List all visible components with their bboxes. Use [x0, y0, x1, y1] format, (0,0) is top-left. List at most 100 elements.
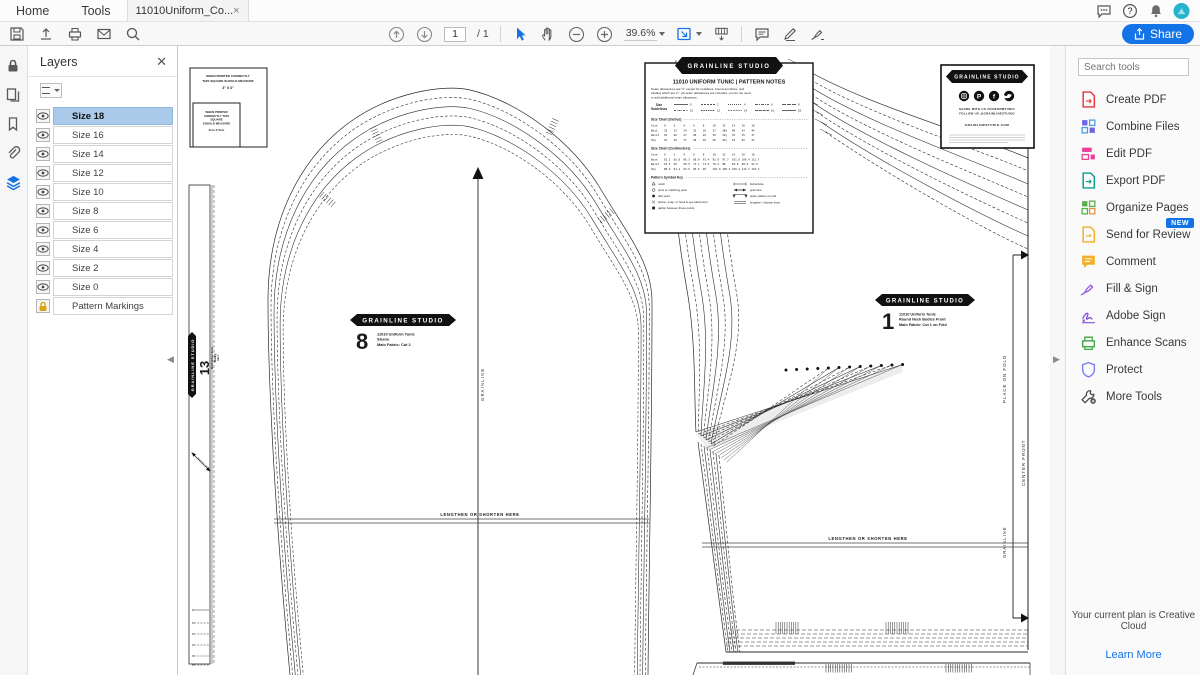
- email-icon[interactable]: [95, 26, 112, 43]
- avatar[interactable]: [1173, 2, 1190, 19]
- pages-icon[interactable]: [5, 87, 22, 104]
- pattern-drawing: GRAINLINE LENGTHEN OR SHORTEN HERE GRAIN…: [178, 46, 1050, 675]
- tab-home[interactable]: Home: [0, 0, 65, 21]
- bodice-label: GRAINLINE STUDIO 1 11010 Uniform Tunic R…: [875, 294, 975, 334]
- page-number-input[interactable]: [444, 27, 466, 42]
- tool-create-pdf[interactable]: Create PDF: [1066, 86, 1200, 113]
- size-chart-row: Waist 63.5 66 68.5 71.1 73.6 76.2 80 83.…: [651, 162, 758, 166]
- eye-icon[interactable]: [36, 242, 50, 256]
- guide-size: 12: [717, 109, 721, 113]
- layer-row-size-0[interactable]: Size 0: [36, 277, 173, 297]
- close-panel-icon[interactable]: ✕: [156, 54, 167, 70]
- close-tab-icon[interactable]: ×: [233, 5, 239, 17]
- search-tools-input[interactable]: [1078, 58, 1189, 76]
- learn-more-link[interactable]: Learn More: [1066, 649, 1200, 661]
- eye-icon[interactable]: [36, 147, 50, 161]
- info-url: GRAINLINESTUDIO.COM: [965, 123, 1009, 127]
- tool-combine-files[interactable]: Combine Files: [1066, 113, 1200, 140]
- layer-row-size-4[interactable]: Size 4: [36, 239, 173, 259]
- tool-more-tools[interactable]: More Tools: [1066, 383, 1200, 410]
- layer-row-size-10[interactable]: Size 10: [36, 182, 173, 202]
- eye-icon[interactable]: [36, 109, 50, 123]
- tab-document[interactable]: 11010Uniform_Co... ×: [127, 0, 249, 21]
- pdf-canvas[interactable]: GRAINLINE LENGTHEN OR SHORTEN HERE GRAIN…: [178, 46, 1050, 675]
- organize-pages-icon: [1080, 199, 1097, 216]
- next-page-icon[interactable]: [416, 26, 433, 43]
- layer-row-size-6[interactable]: Size 6: [36, 220, 173, 240]
- caret-down-icon: [696, 32, 702, 36]
- layer-row-size-8[interactable]: Size 8: [36, 201, 173, 221]
- tool-edit-pdf[interactable]: Edit PDF: [1066, 140, 1200, 167]
- zoom-level: 39.6%: [624, 27, 658, 41]
- hand-tool-icon[interactable]: [540, 26, 557, 43]
- fit-width-dropdown[interactable]: [676, 26, 702, 42]
- tool-organize-pages[interactable]: Organize Pages: [1066, 194, 1200, 221]
- tab-home-label: Home: [16, 4, 49, 18]
- bottom-piece: [693, 662, 1030, 676]
- layer-row-size-14[interactable]: Size 14: [36, 144, 173, 164]
- eye-icon[interactable]: [36, 185, 50, 199]
- section-heading: Pattern Symbol Key: [651, 176, 683, 180]
- zoom-level-dropdown[interactable]: 39.6%: [624, 27, 666, 41]
- upload-icon[interactable]: [37, 26, 54, 43]
- eye-icon[interactable]: [36, 223, 50, 237]
- adobe-sign-icon: [1080, 307, 1097, 324]
- tool-protect[interactable]: Protect: [1066, 356, 1200, 383]
- eye-icon[interactable]: [36, 261, 50, 275]
- sign-pen-icon[interactable]: [809, 26, 826, 43]
- layer-row-size-18[interactable]: Size 18: [36, 106, 173, 126]
- save-icon[interactable]: [8, 26, 25, 43]
- tool-send-for-review[interactable]: NEW Send for Review: [1066, 221, 1200, 248]
- guide-size: 14: [744, 109, 748, 113]
- paperclip-icon[interactable]: [5, 145, 22, 162]
- layer-label: Size 12: [53, 164, 173, 182]
- search-icon[interactable]: [124, 26, 141, 43]
- size-chart-row: Waist 25 26 27 28 29 30 31½ 33 35 37: [651, 133, 755, 137]
- zoom-in-icon[interactable]: [596, 26, 613, 43]
- collapse-left-panel-icon[interactable]: ◀: [167, 354, 174, 365]
- bell-icon[interactable]: [1147, 2, 1164, 19]
- comment-bubble-icon[interactable]: [753, 26, 770, 43]
- layers-icon[interactable]: [5, 174, 22, 191]
- test-square: WHEN PRINTED CORRECTLY THIS SQUARE SHOUL…: [190, 68, 267, 147]
- key-item: grain line: [750, 188, 762, 192]
- layer-row-size-16[interactable]: Size 16: [36, 125, 173, 145]
- layer-row-size-2[interactable]: Size 2: [36, 258, 173, 278]
- piece-line: Main Fabric: Cut 2: [377, 342, 412, 347]
- tab-tools[interactable]: Tools: [65, 0, 126, 21]
- print-icon[interactable]: [66, 26, 83, 43]
- tool-comment[interactable]: Comment: [1066, 248, 1200, 275]
- layer-options-button[interactable]: [40, 83, 62, 98]
- test-square-text: 5cm X 5cm: [209, 128, 225, 132]
- highlight-pencil-icon[interactable]: [781, 26, 798, 43]
- zoom-out-icon[interactable]: [568, 26, 585, 43]
- tool-label: More Tools: [1106, 391, 1162, 403]
- help-icon[interactable]: ?: [1121, 2, 1138, 19]
- tab-document-label: 11010Uniform_Co...: [136, 5, 234, 17]
- page-scrolling-icon[interactable]: [713, 26, 730, 43]
- eye-icon[interactable]: [36, 204, 50, 218]
- layer-row-size-12[interactable]: Size 12: [36, 163, 173, 183]
- tool-enhance-scans[interactable]: Enhance Scans: [1066, 329, 1200, 356]
- tool-export-pdf[interactable]: Export PDF: [1066, 167, 1200, 194]
- tool-adobe-sign[interactable]: Adobe Sign: [1066, 302, 1200, 329]
- layer-row-pattern-markings[interactable]: Pattern Markings: [36, 296, 173, 316]
- notes-body: to add additional seam allowance.: [651, 95, 698, 99]
- eye-icon[interactable]: [36, 280, 50, 294]
- bookmark-icon[interactable]: [5, 116, 22, 133]
- lock-icon[interactable]: [5, 58, 22, 75]
- eye-icon[interactable]: [36, 128, 50, 142]
- lock-layer-icon[interactable]: [36, 299, 50, 313]
- piece-line: Cut 2: [217, 354, 220, 360]
- eye-icon[interactable]: [36, 166, 50, 180]
- previous-page-icon[interactable]: [388, 26, 405, 43]
- layer-label: Size 6: [53, 221, 173, 239]
- select-tool-icon[interactable]: [512, 26, 529, 43]
- share-button[interactable]: Share: [1122, 24, 1194, 44]
- piece-number: 8: [356, 329, 368, 354]
- collapse-right-panel-icon[interactable]: ▶: [1053, 354, 1060, 365]
- plan-text: Your current plan is Creative Cloud: [1066, 610, 1200, 632]
- chat-icon[interactable]: [1095, 2, 1112, 19]
- tool-fill-sign[interactable]: Fill & Sign: [1066, 275, 1200, 302]
- piece-line: Round Neck Bodice Front: [899, 318, 946, 322]
